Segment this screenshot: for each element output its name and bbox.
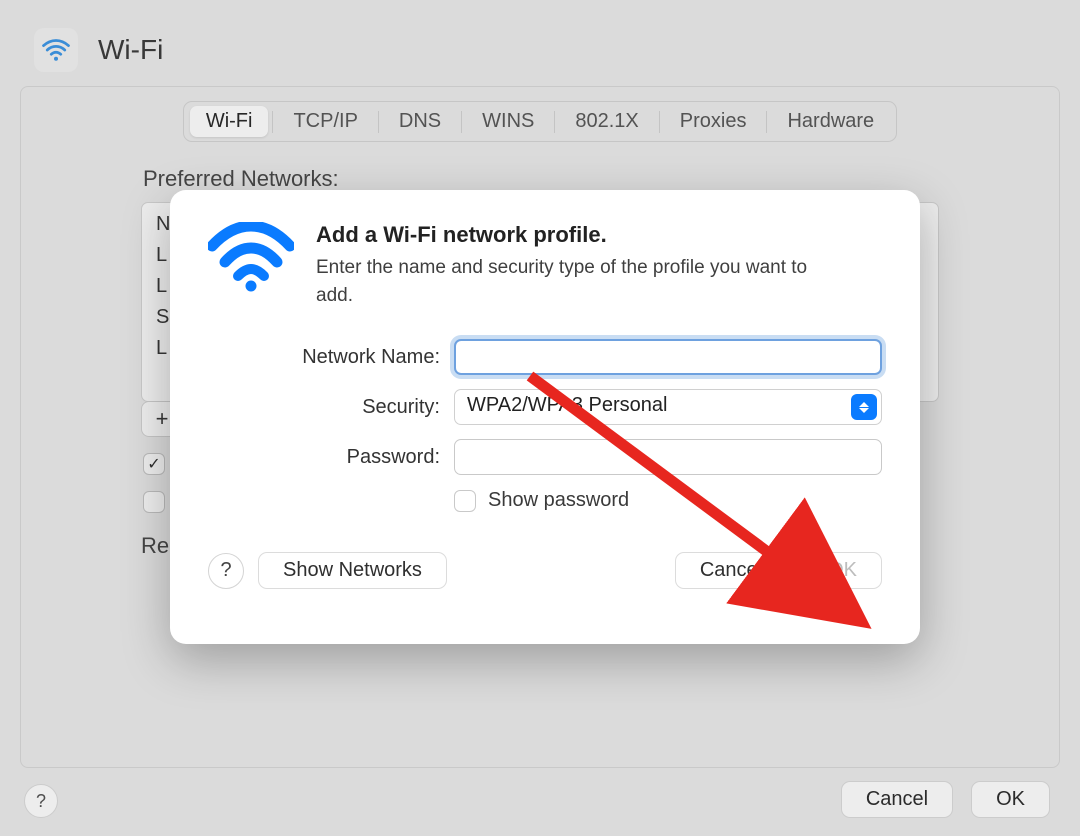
network-name-input[interactable]: [454, 339, 882, 375]
security-label: Security:: [208, 396, 454, 419]
security-select[interactable]: WPA2/WPA3 Personal: [454, 389, 882, 425]
show-networks-button[interactable]: Show Networks: [258, 552, 447, 589]
password-input[interactable]: [454, 439, 882, 475]
modal-title: Add a Wi-Fi network profile.: [316, 222, 836, 248]
modal-help-button[interactable]: ?: [208, 553, 244, 589]
select-caret-icon[interactable]: [851, 394, 877, 420]
modal-form: Network Name: Security: WPA2/WPA3 Person…: [208, 339, 882, 512]
add-wifi-modal: Add a Wi-Fi network profile. Enter the n…: [170, 190, 920, 644]
wifi-icon: [208, 222, 294, 309]
security-select-value: WPA2/WPA3 Personal: [467, 394, 667, 416]
show-password-checkbox[interactable]: [454, 490, 476, 512]
network-name-label: Network Name:: [208, 346, 454, 369]
modal-footer: ? Show Networks Cancel OK: [208, 552, 882, 589]
show-password-label: Show password: [488, 489, 629, 512]
modal-ok-button[interactable]: OK: [803, 552, 882, 589]
modal-cancel-button[interactable]: Cancel: [675, 552, 787, 589]
modal-subtitle: Enter the name and security type of the …: [316, 254, 836, 309]
password-label: Password:: [208, 446, 454, 469]
